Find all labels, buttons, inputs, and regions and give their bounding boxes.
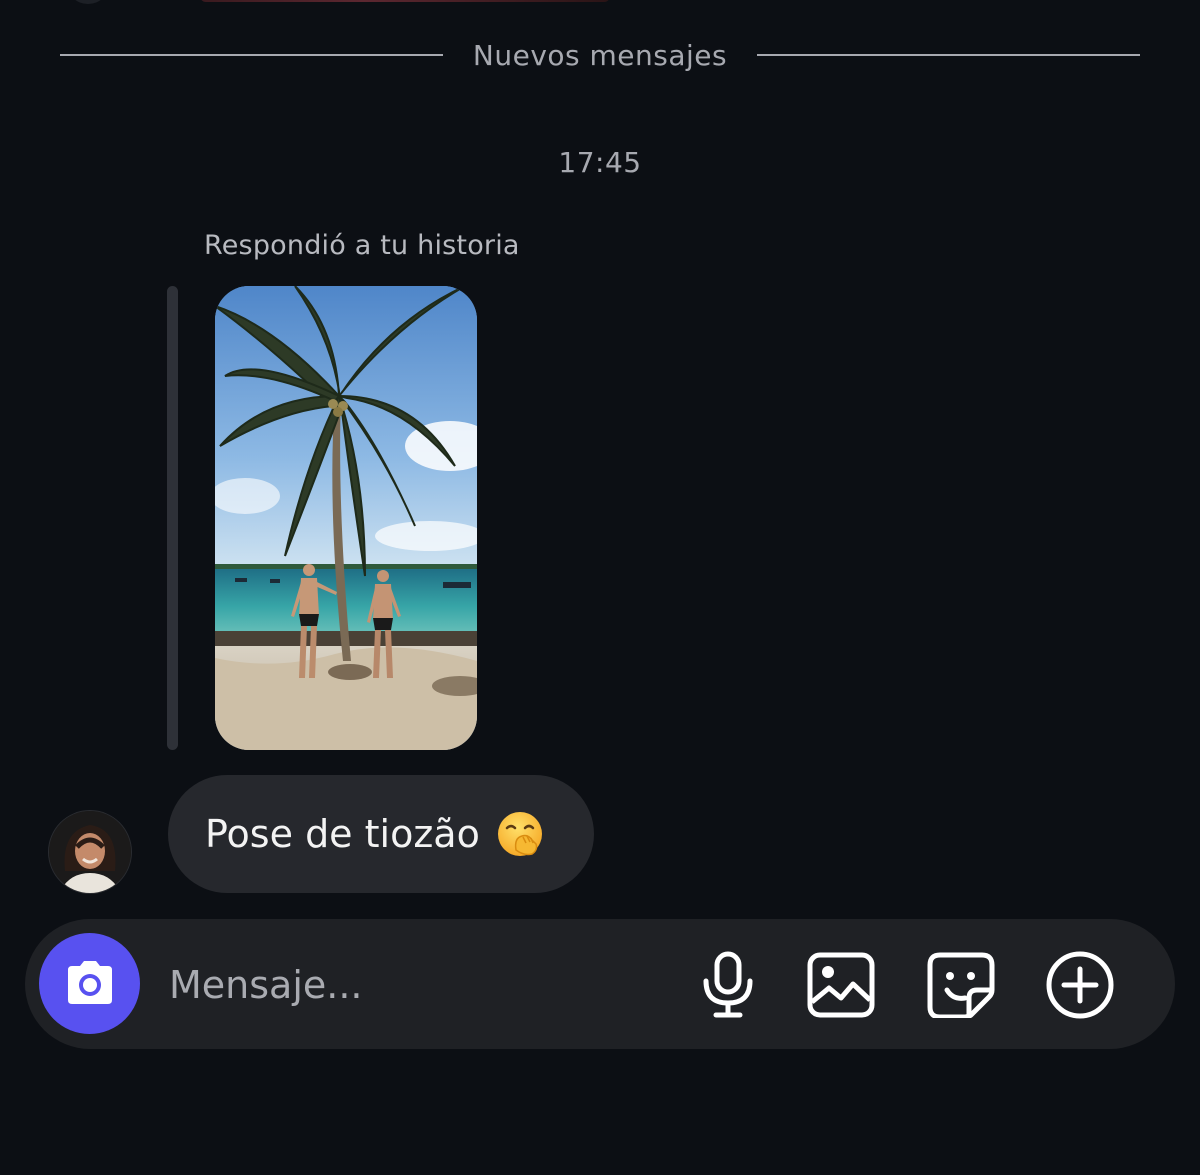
sender-avatar[interactable] [49,811,131,893]
sticker-button[interactable] [925,949,997,1021]
previous-avatar [66,0,110,4]
story-reply-label: Respondió a tu historia [204,230,520,261]
microphone-icon [703,951,753,1018]
new-messages-divider: Nuevos mensajes [60,34,1141,76]
camera-icon [67,960,112,1004]
message-timestamp: 17:45 [558,146,642,179]
message-input[interactable] [167,949,671,1021]
add-circle-icon [1046,951,1114,1019]
message-text: Pose de tiozão [205,812,480,856]
voice-message-button[interactable] [692,949,764,1021]
camera-button[interactable] [39,933,140,1034]
sticker-icon [927,952,995,1018]
more-options-button[interactable] [1044,949,1116,1021]
previous-media-edge [200,0,610,2]
reply-indicator-bar [167,286,178,750]
message-composer [25,919,1175,1049]
divider-line-left [60,54,443,56]
hand-over-mouth-emoji [496,810,544,858]
gallery-button[interactable] [805,949,877,1021]
story-thumbnail[interactable] [215,286,477,750]
message-bubble[interactable]: Pose de tiozão [168,775,594,893]
new-messages-label: Nuevos mensajes [472,38,728,72]
divider-line-right [757,54,1141,56]
image-icon [807,952,875,1018]
